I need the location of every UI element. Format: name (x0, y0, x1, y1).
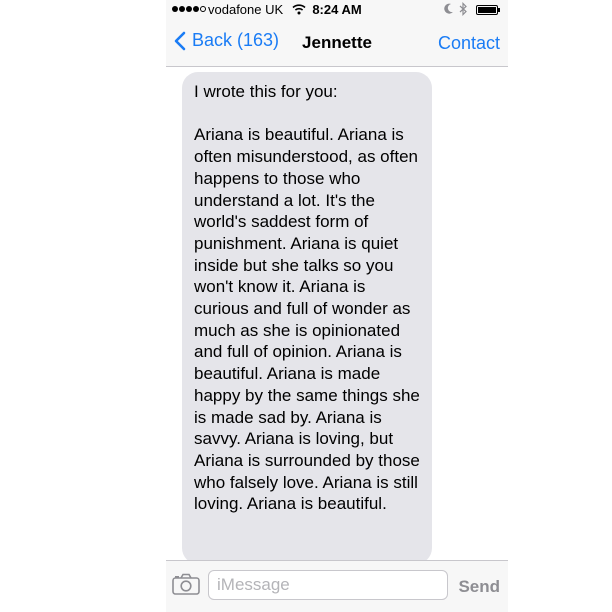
battery-icon (476, 5, 500, 15)
status-bar: vodafone UK 8:24 AM (166, 0, 508, 20)
chevron-left-icon (174, 31, 186, 50)
message-input[interactable] (208, 570, 448, 600)
message-text: I wrote this for you: Ariana is beautifu… (194, 82, 420, 514)
status-time: 8:24 AM (312, 2, 362, 17)
camera-icon[interactable] (172, 573, 200, 600)
compose-bar: Send (166, 560, 508, 612)
message-bubble-incoming[interactable]: I wrote this for you: Ariana is beautifu… (182, 72, 432, 564)
moon-icon (443, 3, 454, 18)
bluetooth-icon (459, 2, 468, 19)
contact-button[interactable]: Contact (438, 33, 500, 54)
phone-screen: vodafone UK 8:24 AM Back (163) Jennette … (166, 0, 508, 612)
nav-bar: Back (163) Jennette Contact (166, 20, 508, 67)
send-button[interactable]: Send (458, 577, 500, 597)
back-button[interactable]: Back (163) (174, 30, 279, 51)
back-button-label: Back (163) (192, 30, 280, 50)
